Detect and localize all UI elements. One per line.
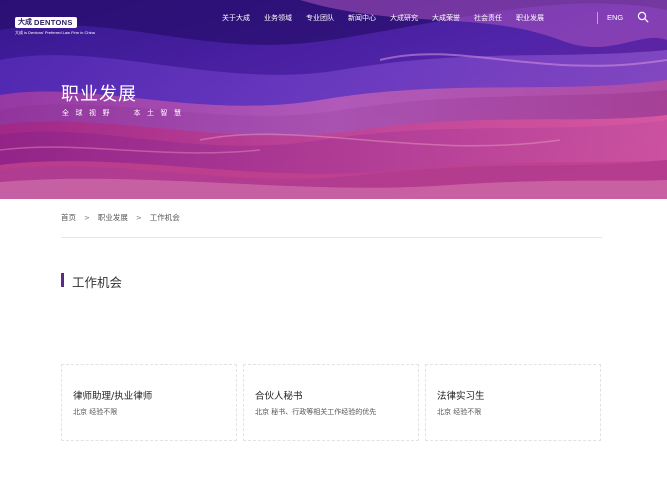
job-title: 法律实习生 — [437, 391, 485, 402]
job-description: 北京 经验不限 — [73, 408, 118, 416]
hero-title: 职业发展 — [61, 84, 137, 105]
job-card[interactable]: 合伙人秘书 北京 秘书、行政等相关工作经验的优先 — [243, 364, 419, 441]
nav-item-professionals[interactable]: 专业团队 — [306, 13, 334, 23]
chevron-right-icon: > — [135, 213, 142, 222]
nav-item-careers[interactable]: 职业发展 — [516, 13, 544, 23]
job-description: 北京 秘书、行政等相关工作经验的优先 — [255, 408, 377, 416]
chevron-right-icon: > — [84, 213, 90, 222]
breadcrumb: 首页 > 职业发展 > 工作机会 — [61, 212, 180, 223]
section-title: 工作机会 — [72, 275, 123, 290]
job-title: 律师助理/执业律师 — [73, 391, 153, 402]
hero-subtitle: 全球视野 本土智慧 — [62, 109, 188, 117]
logo-cn-text: 大成 — [18, 17, 32, 26]
nav-divider — [597, 12, 598, 24]
hero-banner: 大成 DENTONS 大成 is Dentons' Preferred Law … — [0, 0, 667, 199]
job-title: 合伙人秘书 — [255, 391, 303, 402]
dentons-logo[interactable]: 大成 DENTONS 大成 is Dentons' Preferred Law … — [15, 9, 111, 36]
job-description: 北京 经验不限 — [437, 408, 482, 416]
nav-item-about[interactable]: 关于大成 — [222, 13, 250, 23]
nav-item-social-responsibility[interactable]: 社会责任 — [474, 13, 502, 23]
breadcrumb-home[interactable]: 首页 — [61, 212, 76, 223]
breadcrumb-current: 工作机会 — [149, 213, 180, 222]
nav-item-practice-areas[interactable]: 业务领域 — [264, 13, 292, 23]
main-nav: 关于大成 业务领域 专业团队 新闻中心 大成研究 大成荣誉 社会责任 职业发展 — [222, 13, 558, 23]
nav-item-research[interactable]: 大成研究 — [390, 13, 418, 23]
job-card[interactable]: 律师助理/执业律师 北京 经验不限 — [61, 364, 237, 441]
job-card[interactable]: 法律实习生 北京 经验不限 — [425, 364, 601, 441]
search-icon[interactable] — [637, 11, 649, 23]
section-accent-bar — [61, 273, 64, 287]
site-header: 大成 DENTONS 大成 is Dentons' Preferred Law … — [0, 0, 667, 36]
language-switch[interactable]: ENG — [607, 13, 623, 22]
logo-mark: 大成 DENTONS — [15, 16, 77, 28]
nav-item-news[interactable]: 新闻中心 — [348, 13, 376, 23]
nav-item-honors[interactable]: 大成荣誉 — [432, 13, 460, 23]
logo-en-text: DENTONS — [34, 17, 73, 27]
breadcrumb-careers[interactable]: 职业发展 — [98, 212, 128, 223]
page: 大成 DENTONS 大成 is Dentons' Preferred Law … — [0, 0, 667, 500]
logo-tagline: 大成 is Dentons' Preferred Law Firm in Chi… — [15, 30, 95, 35]
breadcrumb-divider — [61, 237, 602, 238]
